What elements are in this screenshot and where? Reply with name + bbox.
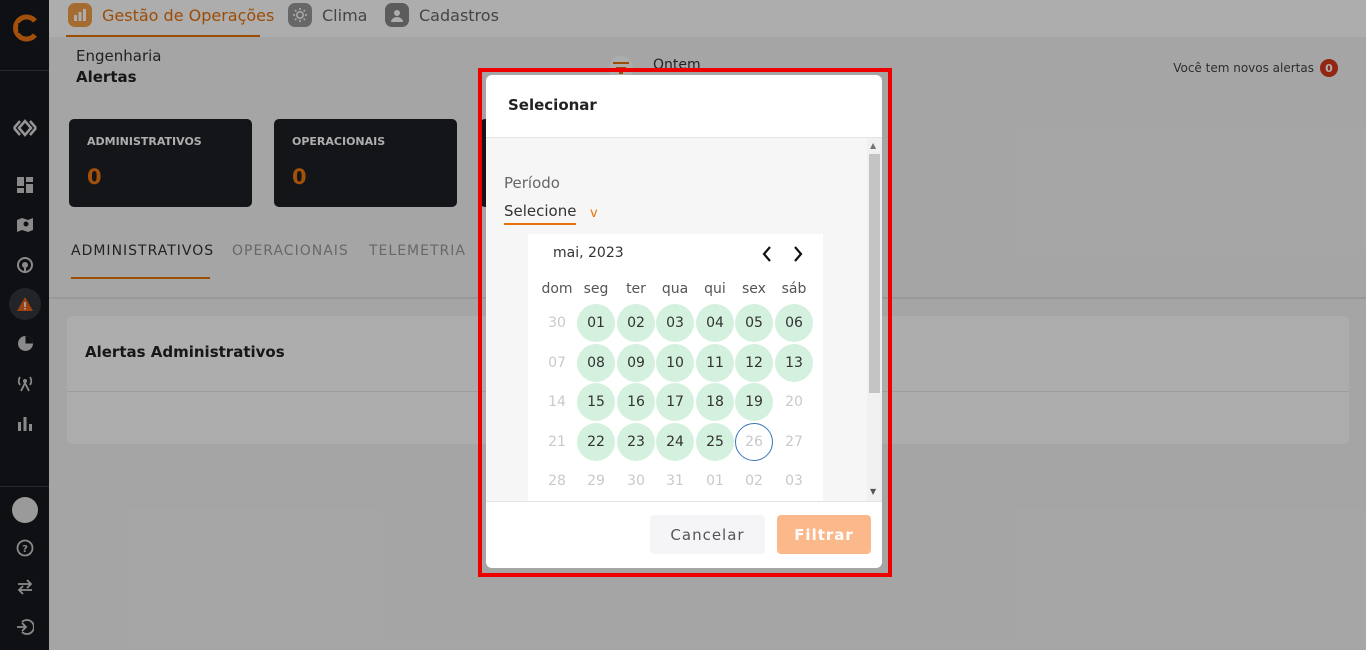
calendar-day[interactable]: 22 [577, 423, 615, 461]
calendar-day[interactable]: 06 [775, 304, 813, 342]
calendar-day[interactable]: 04 [696, 304, 734, 342]
period-label: Período [504, 174, 560, 192]
calendar-day[interactable]: 13 [775, 344, 813, 382]
chevron-right-icon [794, 246, 803, 262]
calendar-day: 14 [548, 394, 566, 410]
calendar-day[interactable]: 11 [696, 344, 734, 382]
calendar-day[interactable]: 18 [696, 383, 734, 421]
calendar-day[interactable]: 03 [656, 304, 694, 342]
calendar-day[interactable]: 09 [617, 344, 655, 382]
calendar-day[interactable]: 17 [656, 383, 694, 421]
period-select[interactable]: Selecione v [504, 201, 598, 227]
calendar-day[interactable]: 19 [735, 383, 773, 421]
calendar-day[interactable]: 25 [696, 423, 734, 461]
dialog-footer-divider [486, 501, 882, 502]
calendar-day[interactable]: 02 [617, 304, 655, 342]
weekday-label: qua [661, 281, 689, 297]
weekday-label: ter [626, 281, 646, 297]
scrollbar-thumb[interactable] [869, 154, 880, 393]
cancel-button[interactable]: Cancelar [650, 515, 765, 554]
next-month-button[interactable] [789, 243, 807, 265]
calendar-day[interactable]: 05 [735, 304, 773, 342]
period-select-dialog: Selecionar ▲ ▼ Período Selecione v mai, … [486, 75, 882, 568]
calendar-month-label: mai, 2023 [553, 245, 624, 261]
calendar: mai, 2023 dom seg ter qua qui sex sáb 30 01 02 03 0… [528, 234, 823, 501]
calendar-day: 27 [785, 434, 803, 450]
calendar-day: 31 [666, 473, 684, 489]
previous-month-button[interactable] [758, 243, 776, 265]
chevron-down-icon: v [590, 206, 598, 221]
calendar-day: 20 [785, 394, 803, 410]
calendar-day[interactable]: 15 [577, 383, 615, 421]
calendar-day: 30 [627, 473, 645, 489]
weekday-label: sáb [781, 281, 807, 297]
calendar-day: 03 [785, 473, 803, 489]
weekday-label: sex [742, 281, 766, 297]
calendar-day: 01 [706, 473, 724, 489]
calendar-day: 30 [548, 315, 566, 331]
filter-button[interactable]: Filtrar [777, 515, 871, 554]
scroll-up-arrow-icon[interactable]: ▲ [870, 141, 876, 150]
weekday-label: seg [583, 281, 609, 297]
calendar-day: 21 [548, 434, 566, 450]
calendar-day[interactable]: 12 [735, 344, 773, 382]
period-select-value: Selecione [504, 202, 577, 225]
calendar-day: 02 [745, 473, 763, 489]
calendar-day[interactable]: 24 [656, 423, 694, 461]
scroll-down-arrow-icon[interactable]: ▼ [870, 487, 876, 496]
calendar-day-today: 26 [735, 423, 773, 461]
calendar-day[interactable]: 10 [656, 344, 694, 382]
dialog-title: Selecionar [508, 96, 597, 114]
weekday-label: dom [541, 281, 573, 297]
calendar-day[interactable]: 08 [577, 344, 615, 382]
calendar-day: 28 [548, 473, 566, 489]
calendar-day[interactable]: 23 [617, 423, 655, 461]
calendar-day[interactable]: 01 [577, 304, 615, 342]
calendar-day[interactable]: 16 [617, 383, 655, 421]
chevron-left-icon [762, 246, 771, 262]
calendar-day: 29 [587, 473, 605, 489]
calendar-day: 07 [548, 355, 566, 371]
weekday-label: qui [704, 281, 726, 297]
